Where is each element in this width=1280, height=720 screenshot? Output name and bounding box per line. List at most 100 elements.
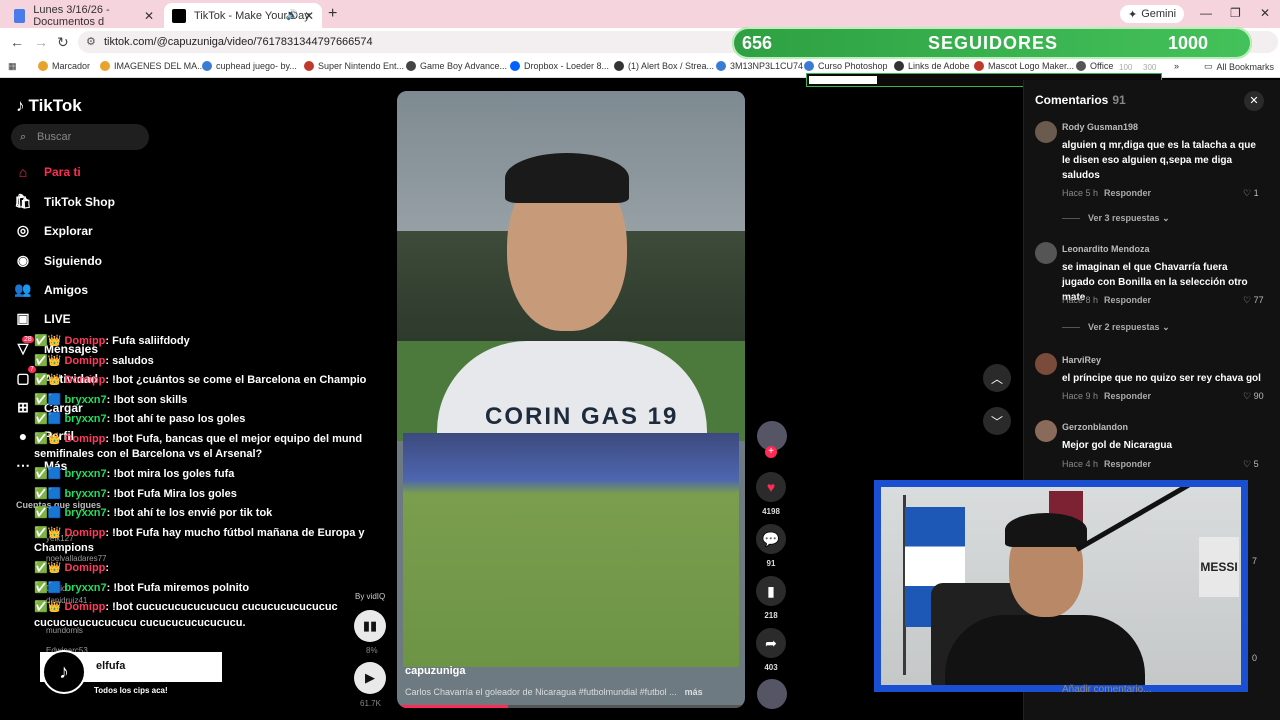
comment-like[interactable]: ♡ 90 xyxy=(1243,391,1264,402)
comment-count: 91 xyxy=(766,559,776,568)
maximize-icon[interactable]: ❐ xyxy=(1230,6,1241,20)
comment-meta: Hace 9 h Responder xyxy=(1062,391,1152,401)
follow-plus-icon[interactable]: + xyxy=(765,446,777,458)
nav-para-ti[interactable]: ⌂ Para ti xyxy=(14,164,81,180)
all-bookmarks[interactable]: ▭ All Bookmarks xyxy=(1204,61,1274,72)
comment-text: el príncipe que no quizo ser rey chava g… xyxy=(1062,373,1261,384)
search-icon: ⌕ xyxy=(20,131,27,143)
like-button[interactable]: ♥ xyxy=(756,472,786,502)
tab-title: Lunes 3/16/26 - Documentos d xyxy=(33,3,110,28)
mini-bar-fill xyxy=(809,76,877,84)
search-input[interactable]: ⌕ Buscar xyxy=(11,124,149,150)
play-button[interactable]: ▶ xyxy=(354,662,386,694)
bookmark-item[interactable]: Office xyxy=(1076,61,1113,71)
comment-like[interactable]: 0 xyxy=(1252,653,1257,663)
chevron-down-icon: ﹀ xyxy=(990,414,1003,429)
close-icon[interactable]: ✕ xyxy=(304,9,314,23)
comment-meta: Hace 4 h Responder xyxy=(1062,459,1152,469)
view-replies[interactable]: Ver 2 respuestas ⌄ xyxy=(1062,322,1170,333)
nav-tiktok-shop[interactable]: 🛍 TikTok Shop xyxy=(14,193,115,210)
bookmark-item[interactable]: Dropbox - Loeder 8... xyxy=(510,61,609,71)
avatar[interactable] xyxy=(1035,420,1057,442)
comment-meta: Hace 5 h Responder xyxy=(1062,188,1152,198)
messi-poster: MESSI xyxy=(1199,537,1239,597)
comment-user[interactable]: Rody Gusman198 xyxy=(1062,122,1138,132)
comment-button[interactable]: 💬 xyxy=(756,524,786,554)
like-count: 4198 xyxy=(762,507,780,516)
bookmark-item[interactable]: Curso Photoshop xyxy=(804,61,888,71)
new-tab-icon[interactable]: + xyxy=(328,5,337,23)
avatar[interactable] xyxy=(1035,121,1057,143)
chat-message: ✅🟦 bryxxn7: !bot Fufa Mira los goles xyxy=(34,488,237,500)
chat-message: ✅👑 Domipp: !bot cucucucucucucucu cucucuc… xyxy=(34,601,338,613)
comment-like[interactable]: ♡ 5 xyxy=(1243,459,1259,470)
sound-avatar[interactable] xyxy=(757,679,787,709)
tab-docs[interactable]: Lunes 3/16/26 - Documentos d ✕ xyxy=(6,3,162,28)
close-icon[interactable]: ✕ xyxy=(144,9,154,23)
stats-button[interactable]: ▮▮ xyxy=(354,610,386,642)
site-info-icon[interactable]: ⚙ xyxy=(86,31,96,53)
comment-user[interactable]: HarviRey xyxy=(1062,355,1101,365)
comment-icon: 💬 xyxy=(762,530,780,547)
volume-label: 8% xyxy=(366,646,378,655)
share-button[interactable]: ➦ xyxy=(756,628,786,658)
chat-message: ✅🟦 bryxxn7: !bot ahí te paso los goles xyxy=(34,413,246,425)
reply-button[interactable]: Responder xyxy=(1104,295,1151,305)
bookmark-item[interactable]: IMAGENES DEL MA... xyxy=(100,61,205,71)
apps-icon[interactable]: ▦ xyxy=(8,61,17,72)
save-button[interactable]: ▮ xyxy=(756,576,786,606)
chat-message: semifinales con el Barcelona vs el Arsen… xyxy=(34,448,263,460)
nav-siguiendo[interactable]: ◉ Siguiendo xyxy=(14,252,102,269)
video-description: Carlos Chavarría el goleador de Nicaragu… xyxy=(405,687,703,697)
share-count: 403 xyxy=(764,663,778,672)
reply-button[interactable]: Responder xyxy=(1104,188,1151,198)
video-author[interactable]: capuzuniga xyxy=(405,665,466,677)
heart-icon: ♥ xyxy=(766,479,776,495)
activity-badge: 7 xyxy=(28,366,36,373)
bookmark-item[interactable]: (1) Alert Box / Strea... xyxy=(614,61,714,71)
back-icon[interactable]: ← xyxy=(10,34,24,50)
close-icon[interactable]: ✕ xyxy=(1244,91,1264,111)
reload-icon[interactable]: ↻ xyxy=(57,34,69,51)
avatar[interactable] xyxy=(1035,353,1057,375)
forward-icon[interactable]: → xyxy=(34,34,48,50)
more-link[interactable]: más xyxy=(685,687,703,697)
goal-replay-inset xyxy=(403,433,739,667)
nav-live[interactable]: ▣ LIVE xyxy=(14,310,70,327)
tab-tiktok[interactable]: TikTok - Make Your Day 🔊 ✕ xyxy=(164,3,322,28)
reply-button[interactable]: Responder xyxy=(1104,391,1151,401)
minimize-icon[interactable]: — xyxy=(1200,6,1212,20)
tiktok-logo[interactable]: ♪ TikTok xyxy=(16,96,82,116)
comment-user[interactable]: Leonardito Mendoza xyxy=(1062,244,1150,254)
comment-like[interactable]: 7 xyxy=(1252,556,1257,566)
streamer-subtitle: Todos los cips aca! xyxy=(92,685,170,696)
comment-like[interactable]: ♡ 1 xyxy=(1243,188,1259,199)
nav-amigos[interactable]: 👥 Amigos xyxy=(14,281,88,298)
next-video-button[interactable]: ﹀ xyxy=(983,407,1011,435)
profile-icon: ● xyxy=(18,428,28,444)
chevron-right-icon[interactable]: » xyxy=(1174,61,1179,71)
speaker-icon[interactable]: 🔊 xyxy=(286,10,298,21)
comment-user[interactable]: Gerzonblandon xyxy=(1062,422,1128,432)
prev-video-button[interactable]: ︿ xyxy=(983,364,1011,392)
nav-explorar[interactable]: ◎ Explorar xyxy=(14,222,93,239)
bookmark-item[interactable]: cuphead juego- by... xyxy=(202,61,297,71)
view-replies[interactable]: Ver 3 respuestas ⌄ xyxy=(1062,213,1170,224)
view-count: 61.7K xyxy=(360,699,381,708)
bookmark-item[interactable]: Mascot Logo Maker... xyxy=(974,61,1074,71)
bookmark-item[interactable]: Links de Adobe xyxy=(894,61,970,71)
bookmark-item[interactable]: Game Boy Advance... xyxy=(406,61,507,71)
comment-input[interactable]: Añadir comentario... xyxy=(1062,684,1152,695)
bookmark-item[interactable]: Super Nintendo Ent... xyxy=(304,61,404,71)
close-window-icon[interactable]: ✕ xyxy=(1260,6,1270,20)
avatar[interactable] xyxy=(1035,242,1057,264)
comment-like[interactable]: ♡ 77 xyxy=(1243,295,1264,306)
reply-button[interactable]: Responder xyxy=(1104,459,1151,469)
bookmark-item[interactable]: 3M13NP3L1CU74 xyxy=(716,61,803,71)
video-player[interactable]: CORIN GAS 19 capuzuniga Carlos Chavarría… xyxy=(397,91,745,708)
bookmark-item[interactable]: Marcador xyxy=(38,61,90,71)
browser-tab-strip: Lunes 3/16/26 - Documentos d ✕ TikTok - … xyxy=(0,0,1280,28)
upload-icon: ⊞ xyxy=(17,399,29,415)
video-progress[interactable] xyxy=(397,705,745,708)
gemini-button[interactable]: ✦ Gemini xyxy=(1120,5,1185,23)
